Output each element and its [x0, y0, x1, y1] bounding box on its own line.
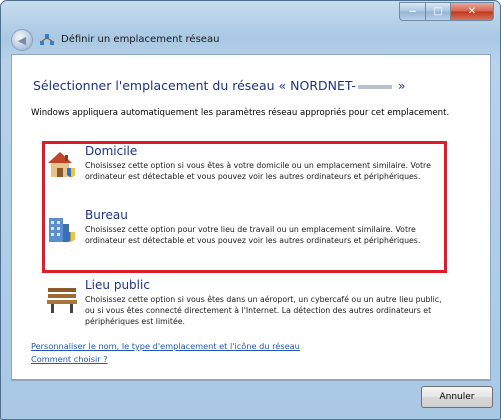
- park-bench-icon: [47, 288, 77, 313]
- maximize-button[interactable]: □: [426, 2, 451, 21]
- network-icon: [40, 34, 54, 45]
- title-bar: ‒ □ ✕ ◀ Définir un emplacement réseau: [1, 1, 500, 53]
- back-button[interactable]: ◀: [11, 29, 33, 51]
- maximize-icon: □: [433, 6, 443, 17]
- minimize-icon: ‒: [409, 6, 416, 17]
- minimize-button[interactable]: ‒: [399, 2, 426, 21]
- content-panel: Sélectionner l'emplacement du réseau « N…: [11, 54, 491, 380]
- close-icon: ✕: [467, 6, 477, 17]
- redacted-network-name: [357, 84, 392, 89]
- footer-divider: [11, 380, 491, 381]
- page-heading: Sélectionner l'emplacement du réseau « N…: [33, 78, 406, 93]
- dialog-window: ‒ □ ✕ ◀ Définir un emplacement réseau Sé…: [0, 0, 501, 420]
- option-public-title: Lieu public: [85, 278, 150, 292]
- window-controls: ‒ □ ✕: [399, 2, 494, 21]
- highlight-box: [42, 141, 447, 273]
- how-to-choose-link[interactable]: Comment choisir ?: [31, 354, 108, 364]
- option-public-text: Choisissez cette option si vous êtes dan…: [85, 295, 442, 326]
- heading-suffix: »: [393, 78, 406, 93]
- page-description: Windows appliquera automatiquement les p…: [31, 108, 450, 118]
- heading-prefix: Sélectionner l'emplacement du réseau « N…: [33, 78, 356, 93]
- close-button[interactable]: ✕: [451, 2, 494, 21]
- window-title: Définir un emplacement réseau: [61, 34, 220, 45]
- back-arrow-icon: ◀: [17, 33, 27, 47]
- cancel-button[interactable]: Annuler: [421, 386, 493, 408]
- customize-network-link[interactable]: Personnaliser le nom, le type d'emplacem…: [31, 341, 300, 351]
